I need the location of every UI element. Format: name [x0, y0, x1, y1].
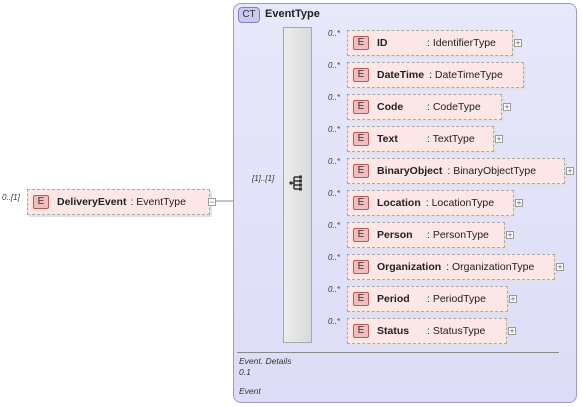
expand-icon[interactable]: +	[508, 327, 516, 336]
element-type: : CodeType	[427, 101, 481, 113]
footer-source-name: Event	[239, 386, 261, 396]
complex-type-title: EventType	[265, 8, 320, 20]
expand-icon[interactable]: +	[495, 135, 503, 144]
child-cardinality: 0..*	[328, 253, 341, 262]
element-type: : BinaryObjectType	[447, 165, 537, 177]
element-type: : IdentifierType	[427, 37, 496, 49]
child-cardinality: 0..*	[328, 221, 341, 230]
child-element-person[interactable]: E Person : PersonType	[347, 222, 505, 248]
element-type: : PeriodType	[427, 293, 486, 305]
element-name: DeliveryEvent	[57, 196, 127, 208]
root-cardinality: 0..[1]	[2, 193, 20, 202]
footer-version: 0.1	[239, 367, 251, 377]
element-name: Location	[377, 197, 421, 209]
root-element-delivery-event[interactable]: E DeliveryEvent : EventType	[27, 189, 210, 215]
footer-documentation: Event. Details	[239, 356, 292, 366]
child-element-location[interactable]: E Location : LocationType	[347, 190, 514, 216]
child-cardinality: 0..*	[328, 93, 341, 102]
element-badge-icon: E	[353, 164, 369, 178]
element-type: : TextType	[427, 133, 475, 145]
child-element-period[interactable]: E Period : PeriodType	[347, 286, 508, 312]
child-cardinality: 0..*	[328, 61, 341, 70]
child-cardinality: 0..*	[328, 125, 341, 134]
child-element-organization[interactable]: E Organization : OrganizationType	[347, 254, 555, 280]
expand-icon[interactable]: +	[556, 263, 564, 272]
element-type: : LocationType	[425, 197, 495, 209]
element-name: Organization	[377, 261, 442, 273]
child-element-text[interactable]: E Text : TextType	[347, 126, 494, 152]
child-element-datetime[interactable]: E DateTime : DateTimeType	[347, 62, 524, 88]
element-name: Person	[377, 229, 413, 241]
element-name: DateTime	[377, 69, 425, 81]
complex-type-badge-icon: CT	[238, 7, 260, 23]
expand-icon[interactable]: +	[514, 39, 522, 48]
element-badge-icon: E	[353, 132, 369, 146]
expand-icon[interactable]: +	[506, 231, 514, 240]
element-badge-icon: E	[353, 196, 369, 210]
footer-divider	[237, 352, 559, 353]
element-name: Text	[377, 133, 398, 145]
child-element-status[interactable]: E Status : StatusType	[347, 318, 507, 344]
child-cardinality: 0..*	[328, 157, 341, 166]
element-type: : StatusType	[427, 325, 486, 337]
element-type: : DateTimeType	[429, 69, 503, 81]
child-element-code[interactable]: E Code : CodeType	[347, 94, 502, 120]
element-name: Status	[377, 325, 410, 337]
element-badge-icon: E	[33, 195, 49, 209]
sequence-cardinality: [1]..[1]	[252, 174, 275, 183]
element-type: : EventType	[130, 196, 186, 208]
child-cardinality: 0..*	[328, 29, 341, 38]
sequence-compositor-icon	[289, 175, 302, 191]
element-type: : PersonType	[427, 229, 489, 241]
child-element-id[interactable]: E ID : IdentifierType	[347, 30, 513, 56]
element-type: : OrganizationType	[446, 261, 535, 273]
element-badge-icon: E	[353, 292, 369, 306]
element-badge-icon: E	[353, 36, 369, 50]
element-badge-icon: E	[353, 68, 369, 82]
element-badge-icon: E	[353, 324, 369, 338]
element-badge-icon: E	[353, 260, 369, 274]
collapse-icon[interactable]: −	[208, 198, 216, 207]
child-cardinality: 0..*	[328, 285, 341, 294]
element-name: Period	[377, 293, 410, 305]
element-name: ID	[377, 37, 388, 49]
child-cardinality: 0..*	[328, 189, 341, 198]
child-element-binaryobject[interactable]: E BinaryObject : BinaryObjectType	[347, 158, 565, 184]
expand-icon[interactable]: +	[566, 167, 574, 176]
element-name: Code	[377, 101, 404, 113]
expand-icon[interactable]: +	[515, 199, 523, 208]
expand-icon[interactable]: +	[503, 103, 511, 112]
child-cardinality: 0..*	[328, 317, 341, 326]
element-badge-icon: E	[353, 228, 369, 242]
expand-icon[interactable]: +	[509, 295, 517, 304]
element-name: BinaryObject	[377, 165, 443, 177]
element-badge-icon: E	[353, 100, 369, 114]
